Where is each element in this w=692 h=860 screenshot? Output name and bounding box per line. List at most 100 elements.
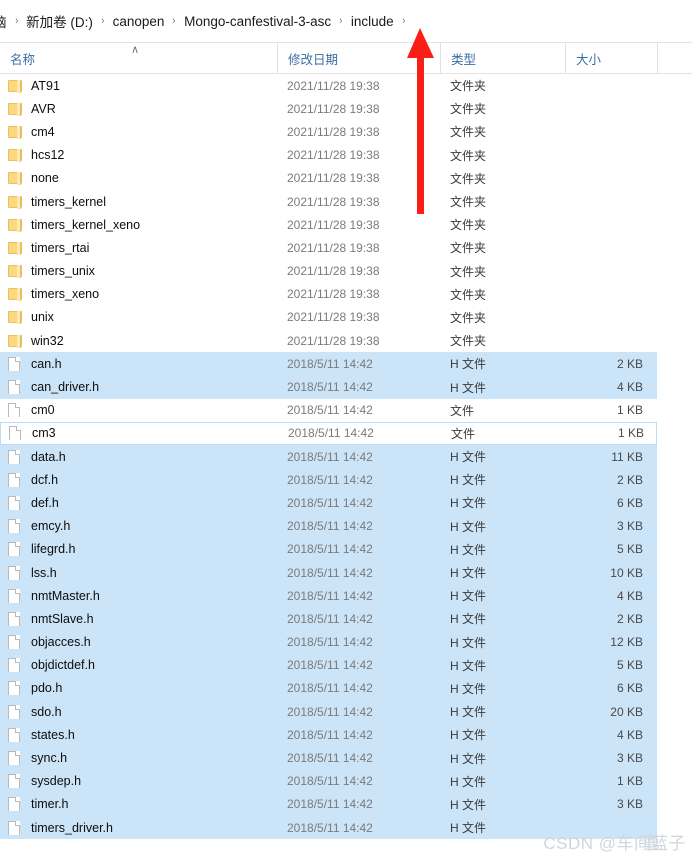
file-row-name-cell: nmtSlave.h [0, 611, 277, 626]
folder-icon-glyph [8, 195, 22, 209]
file-row[interactable]: sync.h 2018/5/11 14:42 H 文件 3 KB [0, 746, 657, 770]
file-row[interactable]: pdo.h 2018/5/11 14:42 H 文件 6 KB [0, 676, 657, 701]
folder-icon-glyph [8, 218, 22, 232]
file-icon-glyph [8, 635, 20, 650]
file-icon-glyph [8, 797, 20, 812]
file-row[interactable]: none 2021/11/28 19:38 文件夹 [0, 166, 692, 190]
file-type-label: H 文件 [450, 797, 487, 812]
file-row[interactable]: timers_kernel 2021/11/28 19:38 文件夹 [0, 189, 692, 214]
file-date-label: 2018/5/11 14:42 [287, 774, 373, 789]
file-type-label: H 文件 [450, 681, 487, 696]
file-type-label: H 文件 [450, 519, 487, 534]
file-row[interactable]: timers_xeno 2021/11/28 19:38 文件夹 [0, 282, 692, 306]
file-row[interactable]: sysdep.h 2018/5/11 14:42 H 文件 1 KB [0, 769, 657, 793]
file-row-name-cell: data.h [0, 449, 277, 464]
file-type-label: H 文件 [450, 542, 487, 557]
file-name-label: sync.h [31, 751, 68, 766]
file-type-label: 文件夹 [450, 195, 487, 210]
file-size-label: 2 KB [616, 472, 643, 487]
file-icon-glyph [8, 774, 20, 789]
file-icon [8, 635, 23, 650]
file-icon [8, 588, 23, 603]
file-icon-glyph [9, 426, 21, 441]
file-row[interactable]: timers_rtai 2021/11/28 19:38 文件夹 [0, 236, 692, 260]
file-row-name-cell: states.h [0, 727, 277, 742]
file-row[interactable]: def.h 2018/5/11 14:42 H 文件 6 KB [0, 491, 657, 515]
file-row[interactable]: cm4 2021/11/28 19:38 文件夹 [0, 120, 692, 144]
file-list[interactable]: AT91 2021/11/28 19:38 文件夹 AVR 2021/11/28 19:… [0, 74, 692, 840]
file-row[interactable]: timers_kernel_xeno 2021/11/28 19:38 文件夹 [0, 213, 692, 237]
file-type-label: H 文件 [450, 658, 487, 673]
file-type-label: 文件夹 [450, 171, 487, 186]
file-icon-glyph [8, 681, 20, 696]
file-row[interactable]: can.h 2018/5/11 14:42 H 文件 2 KB [0, 352, 657, 376]
breadcrumb-item-3[interactable]: Mongo-canfestival-3-asc [183, 12, 332, 31]
file-row[interactable]: nmtMaster.h 2018/5/11 14:42 H 文件 4 KB [0, 584, 657, 608]
file-row[interactable]: emcy.h 2018/5/11 14:42 H 文件 3 KB [0, 514, 657, 538]
file-size-label: 4 KB [616, 588, 643, 603]
file-row[interactable]: nmtSlave.h 2018/5/11 14:42 H 文件 2 KB [0, 607, 657, 631]
breadcrumb-separator-icon: › [101, 15, 105, 27]
file-icon-glyph [8, 588, 20, 603]
column-header-date[interactable]: 修改日期 [277, 43, 440, 73]
folder-icon [8, 171, 23, 186]
file-row[interactable]: dcf.h 2018/5/11 14:42 H 文件 2 KB [0, 468, 657, 492]
file-date-label: 2021/11/28 19:38 [287, 264, 380, 279]
file-icon [8, 727, 23, 742]
file-row-name-cell: hcs12 [0, 148, 277, 163]
file-icon [8, 820, 23, 835]
file-row[interactable]: win32 2021/11/28 19:38 文件夹 [0, 329, 692, 353]
file-type-label: H 文件 [450, 589, 487, 604]
folder-icon-glyph [8, 79, 22, 93]
file-row[interactable]: data.h 2018/5/11 14:42 H 文件 11 KB [0, 445, 657, 469]
file-row[interactable]: hcs12 2021/11/28 19:38 文件夹 [0, 143, 692, 167]
file-date-label: 2018/5/11 14:42 [287, 658, 373, 673]
file-row[interactable]: timers_unix 2021/11/28 19:38 文件夹 [0, 259, 692, 283]
file-row[interactable]: AT91 2021/11/28 19:38 文件夹 [0, 74, 692, 98]
file-row[interactable]: sdo.h 2018/5/11 14:42 H 文件 20 KB [0, 700, 657, 724]
folder-icon-glyph [8, 288, 22, 302]
file-row[interactable]: objdictdef.h 2018/5/11 14:42 H 文件 5 KB [0, 653, 657, 677]
file-row[interactable]: cm0 2018/5/11 14:42 文件 1 KB [0, 398, 692, 422]
file-date-label: 2018/5/11 14:42 [287, 681, 373, 696]
folder-icon [8, 195, 23, 209]
file-row[interactable]: lss.h 2018/5/11 14:42 H 文件 10 KB [0, 560, 657, 585]
file-date-label: 2018/5/11 14:42 [287, 403, 373, 418]
column-header-name[interactable]: 名称 ∧ [0, 43, 277, 73]
file-size-label: 3 KB [616, 519, 643, 534]
file-type-label: 文件夹 [450, 264, 487, 279]
file-row[interactable]: lifegrd.h 2018/5/11 14:42 H 文件 5 KB [0, 537, 657, 561]
file-date-label: 2018/5/11 14:42 [287, 635, 373, 650]
file-row-name-cell: timers_xeno [0, 287, 277, 302]
file-row-name-cell: timers_rtai [0, 241, 277, 255]
column-header-size[interactable]: 大小 [565, 43, 657, 73]
file-row-name-cell: lss.h [0, 565, 277, 580]
folder-icon-glyph [8, 125, 22, 139]
file-row[interactable]: cm3 2018/5/11 14:42 文件 1 KB [0, 421, 657, 445]
breadcrumb-item-1[interactable]: 新加卷 (D:) [25, 9, 94, 33]
file-row[interactable]: AVR 2021/11/28 19:38 文件夹 [0, 97, 692, 121]
breadcrumb[interactable]: 脑 › 新加卷 (D:) › canopen › Mongo-canfestival-3-a… [0, 0, 692, 42]
file-row[interactable]: objacces.h 2018/5/11 14:42 H 文件 12 KB [0, 630, 657, 654]
file-name-label: lifegrd.h [31, 542, 76, 557]
file-size-label: 3 KB [616, 797, 643, 812]
file-icon [8, 380, 23, 395]
file-date-label: 2018/5/11 14:42 [287, 820, 373, 835]
file-icon [8, 495, 23, 510]
breadcrumb-item-2[interactable]: canopen [112, 12, 166, 31]
file-icon [8, 797, 23, 812]
folder-icon-glyph [8, 241, 22, 255]
file-type-label: 文件夹 [450, 125, 487, 140]
file-size-label: 1 KB [617, 426, 644, 441]
file-row[interactable]: unix 2021/11/28 19:38 文件夹 [0, 305, 692, 330]
file-row[interactable]: can_driver.h 2018/5/11 14:42 H 文件 4 KB [0, 375, 657, 399]
column-header-type[interactable]: 类型 [440, 43, 565, 73]
file-row-name-cell: sync.h [0, 751, 277, 766]
file-row[interactable]: states.h 2018/5/11 14:42 H 文件 4 KB [0, 723, 657, 747]
file-row[interactable]: timers_driver.h 2018/5/11 14:42 H 文件 [0, 816, 657, 840]
file-date-label: 2018/5/11 14:42 [287, 495, 373, 510]
breadcrumb-item-4[interactable]: include [350, 12, 395, 31]
file-row[interactable]: timer.h 2018/5/11 14:42 H 文件 3 KB [0, 792, 657, 816]
breadcrumb-item-0[interactable]: 脑 [0, 9, 8, 33]
folder-icon-glyph [8, 265, 22, 279]
